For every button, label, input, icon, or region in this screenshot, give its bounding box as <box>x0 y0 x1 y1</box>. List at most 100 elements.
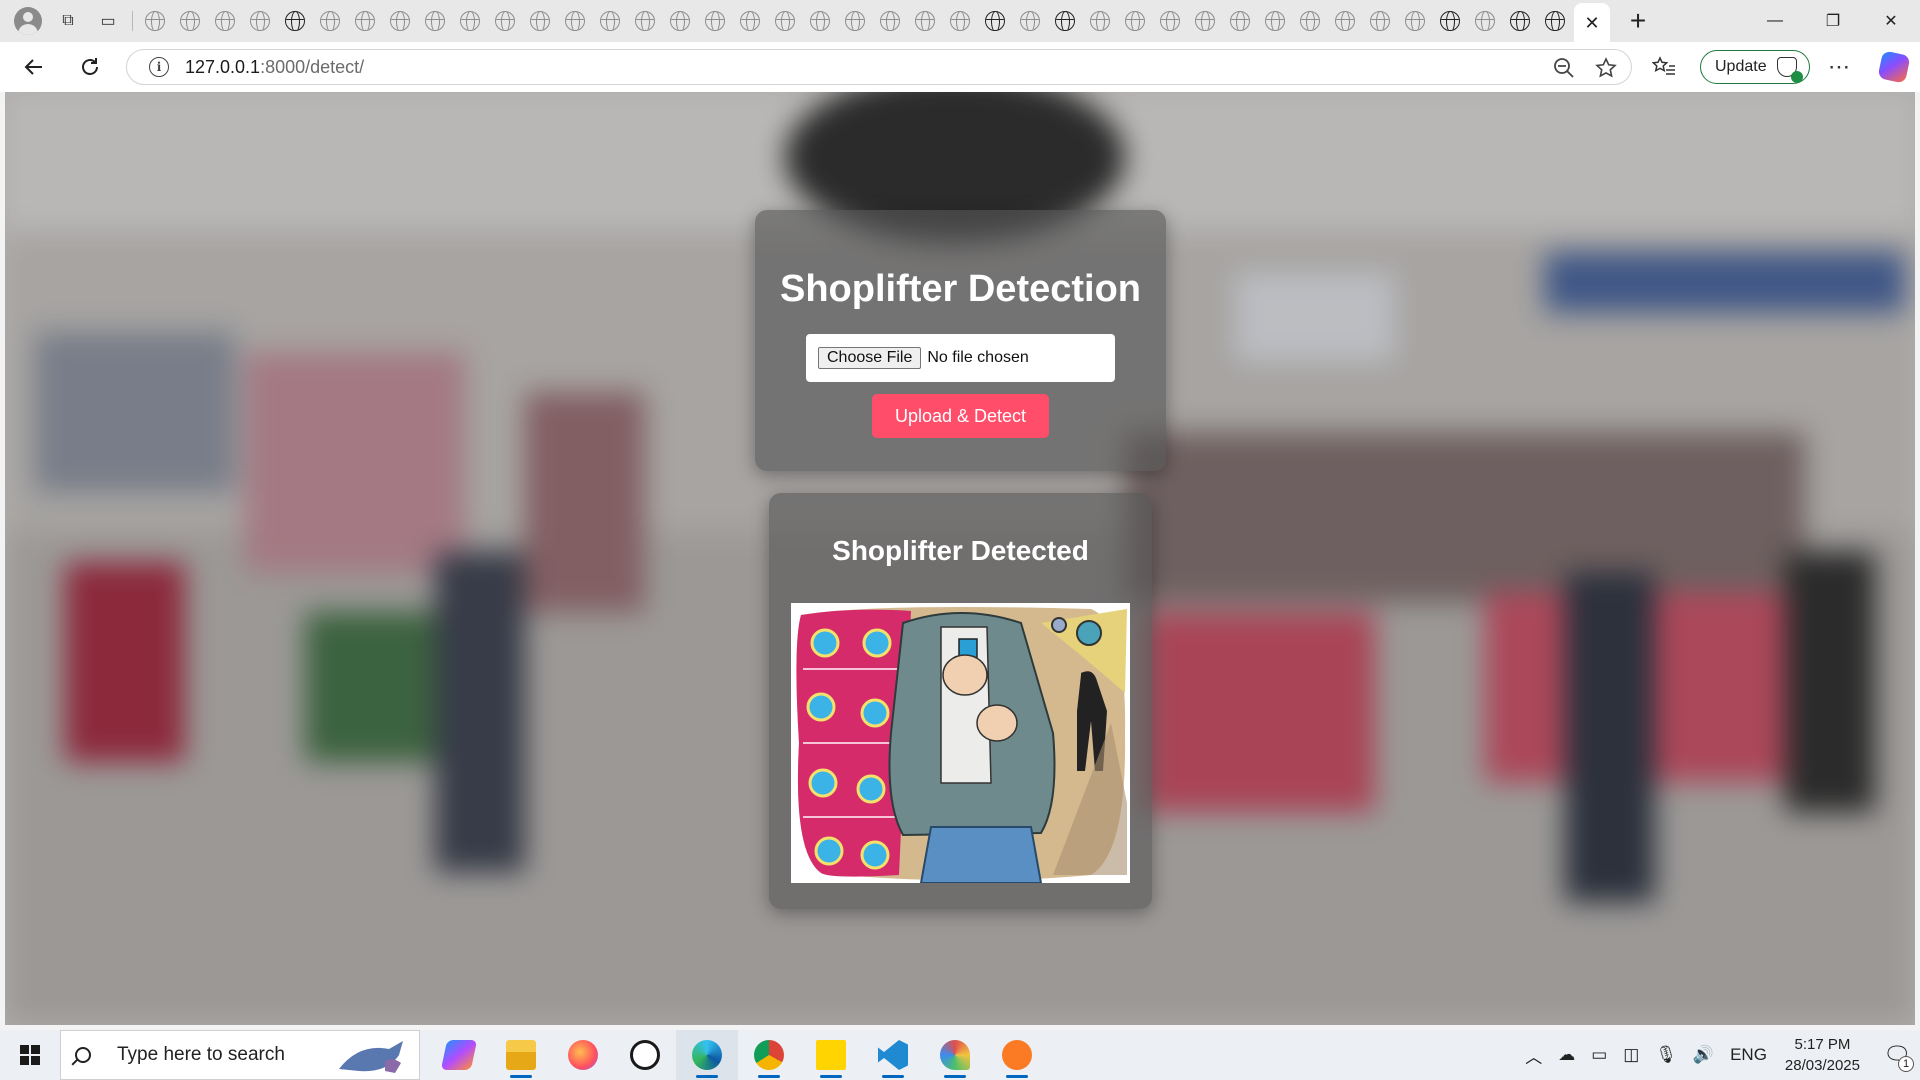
choose-file-button[interactable]: Choose File <box>818 347 922 369</box>
whatsapp-icon <box>630 1040 660 1070</box>
globe-icon <box>1019 11 1040 31</box>
volume-icon[interactable]: 🔊 <box>1693 1045 1714 1065</box>
clock-date: 28/03/2025 <box>1784 1057 1860 1074</box>
browser-tab[interactable] <box>907 4 942 38</box>
more-menu-button[interactable]: ⋯ <box>1828 42 1850 92</box>
taskbar-file-explorer[interactable] <box>490 1030 552 1080</box>
browser-tab[interactable] <box>1537 4 1572 38</box>
browser-tab[interactable] <box>1222 4 1257 38</box>
system-tray: ︿ ☁ ▭ ◫ 🎙 🔊 ENG 5:17 PM 28/03/2025 🗨 1 <box>1517 1030 1920 1080</box>
browser-tab[interactable] <box>1117 4 1152 38</box>
taskbar-paint[interactable] <box>924 1030 986 1080</box>
file-input[interactable]: Choose File No file chosen <box>806 334 1115 382</box>
browser-tab[interactable] <box>1397 4 1432 38</box>
camera-icon[interactable]: ◫ <box>1623 1045 1639 1065</box>
browser-tab[interactable] <box>417 4 452 38</box>
browser-tab[interactable] <box>1187 4 1222 38</box>
taskbar-firefox[interactable] <box>552 1030 614 1080</box>
browser-tab[interactable] <box>487 4 522 38</box>
url-text[interactable]: 127.0.0.1:8000/detect/ <box>185 57 364 78</box>
running-indicator <box>696 1075 718 1078</box>
browser-tab[interactable] <box>277 4 312 38</box>
zoom-out-icon[interactable] <box>1553 57 1575 79</box>
browser-tab[interactable] <box>592 4 627 38</box>
browser-tab[interactable] <box>872 4 907 38</box>
browser-tab[interactable] <box>382 4 417 38</box>
browser-tab[interactable] <box>242 4 277 38</box>
taskbar-copilot[interactable] <box>428 1030 490 1080</box>
browser-tab[interactable] <box>977 4 1012 38</box>
browser-tab[interactable] <box>627 4 662 38</box>
browser-tab[interactable] <box>1502 4 1537 38</box>
clock-time: 5:17 PM <box>1794 1036 1851 1053</box>
browser-tab[interactable] <box>1082 4 1117 38</box>
browser-tab[interactable] <box>1327 4 1362 38</box>
star-icon[interactable] <box>1595 57 1617 79</box>
browser-tab[interactable] <box>557 4 592 38</box>
browser-tab[interactable] <box>732 4 767 38</box>
browser-tab[interactable] <box>697 4 732 38</box>
chevron-up-icon[interactable]: ︿ <box>1525 1043 1542 1068</box>
language-indicator[interactable]: ENG <box>1730 1045 1767 1065</box>
browser-tab[interactable] <box>522 4 557 38</box>
browser-tab[interactable] <box>1047 4 1082 38</box>
battery-icon[interactable]: ▭ <box>1591 1045 1607 1065</box>
refresh-button[interactable] <box>72 49 108 85</box>
microphone-icon[interactable]: 🎙 <box>1655 1045 1677 1065</box>
taskbar-vscode[interactable] <box>862 1030 924 1080</box>
browser-tab[interactable] <box>312 4 347 38</box>
vertical-tabs-icon[interactable]: ▭ <box>94 7 122 35</box>
browser-tab[interactable] <box>802 4 837 38</box>
address-bar[interactable]: i 127.0.0.1:8000/detect/ <box>126 49 1632 85</box>
browser-tab[interactable] <box>1467 4 1502 38</box>
globe-icon <box>844 11 865 31</box>
browser-tab[interactable] <box>452 4 487 38</box>
new-tab-button[interactable]: + <box>1620 3 1656 39</box>
browser-tab[interactable] <box>1257 4 1292 38</box>
browser-tab[interactable] <box>137 4 172 38</box>
globe-icon <box>1054 11 1075 31</box>
browser-tab[interactable] <box>1292 4 1327 38</box>
browser-tab[interactable] <box>942 4 977 38</box>
browser-tab[interactable] <box>1152 4 1187 38</box>
browser-tab[interactable] <box>172 4 207 38</box>
globe-icon <box>144 11 165 31</box>
workspaces-icon[interactable]: ⧉ <box>54 7 82 35</box>
tab-strip: ⧉ ▭ ✕ + — ❐ ✕ <box>0 0 1920 43</box>
copilot-button[interactable] <box>1877 42 1911 92</box>
upload-detect-button[interactable]: Upload & Detect <box>872 394 1049 438</box>
taskbar-xampp[interactable] <box>986 1030 1048 1080</box>
browser-tab[interactable] <box>837 4 872 38</box>
taskbar-whatsapp[interactable] <box>614 1030 676 1080</box>
copilot-app-icon <box>440 1040 478 1070</box>
notification-center-button[interactable]: 🗨 1 <box>1874 1030 1920 1080</box>
back-button[interactable] <box>16 49 52 85</box>
taskbar-edge[interactable] <box>676 1030 738 1080</box>
taskbar-chrome[interactable] <box>738 1030 800 1080</box>
update-button[interactable]: Update <box>1700 50 1810 84</box>
clock[interactable]: 5:17 PM 28/03/2025 <box>1785 1034 1860 1076</box>
onedrive-icon[interactable]: ☁ <box>1558 1045 1575 1065</box>
browser-tab[interactable] <box>1012 4 1047 38</box>
favorites-list-button[interactable] <box>1652 42 1676 92</box>
close-tab-icon[interactable]: ✕ <box>1584 13 1599 34</box>
profile-avatar[interactable] <box>14 7 42 35</box>
browser-tab[interactable] <box>207 4 242 38</box>
taskbar-sticky-notes[interactable] <box>800 1030 862 1080</box>
active-tab[interactable]: ✕ <box>1574 3 1610 43</box>
browser-tab[interactable] <box>662 4 697 38</box>
taskbar-search[interactable]: Type here to search <box>60 1030 420 1080</box>
browser-tab[interactable] <box>1362 4 1397 38</box>
browser-tab[interactable] <box>347 4 382 38</box>
start-button[interactable] <box>0 1030 60 1080</box>
globe-icon <box>494 11 515 31</box>
running-indicator <box>820 1075 842 1078</box>
browser-tab[interactable] <box>767 4 802 38</box>
restore-button[interactable]: ❐ <box>1804 0 1862 42</box>
tab-divider <box>132 11 133 31</box>
info-icon[interactable]: i <box>149 57 169 77</box>
result-card: Shoplifter Detected <box>769 493 1152 909</box>
minimize-button[interactable]: — <box>1746 0 1804 42</box>
close-window-button[interactable]: ✕ <box>1862 0 1920 42</box>
browser-tab[interactable] <box>1432 4 1467 38</box>
